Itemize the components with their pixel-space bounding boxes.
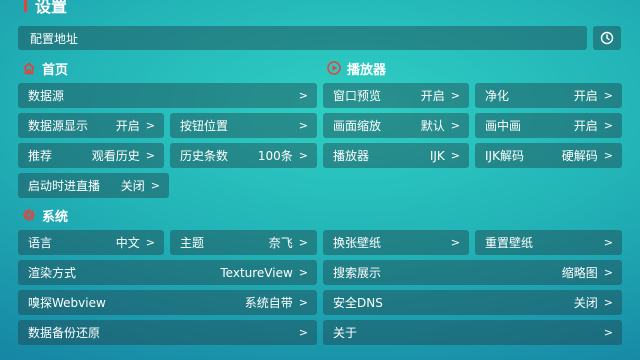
search-display-item[interactable]: 搜索展示 缩略图 >	[323, 260, 622, 285]
chevron-right-icon: >	[298, 119, 308, 132]
sniff-webview-label: 嗅探Webview	[28, 296, 106, 310]
history-icon	[600, 31, 614, 45]
player-value: IJK	[429, 148, 445, 163]
player-item[interactable]: 播放器 IJK >	[323, 143, 469, 168]
theme-value: 奈飞	[268, 236, 293, 250]
chevron-right-icon: >	[298, 296, 308, 309]
chevron-right-icon: >	[145, 236, 155, 249]
window-preview-label: 窗口预览	[333, 89, 382, 103]
secure-dns-item[interactable]: 安全DNS 关闭 >	[323, 290, 622, 315]
recommend-value: 观看历史	[91, 149, 140, 163]
home-icon	[23, 62, 35, 74]
history-count-value: 100条	[257, 149, 293, 163]
button-position-label: 按钮位置	[180, 119, 229, 133]
datasource-item[interactable]: 数据源 >	[18, 83, 317, 108]
sniff-webview-value: 系统自带	[244, 296, 293, 310]
startup-live-item[interactable]: 启动时进直播 关闭 >	[18, 173, 169, 198]
datasource-display-value: 开启	[115, 119, 140, 133]
search-display-label: 搜索展示	[333, 266, 382, 280]
window-preview-item[interactable]: 窗口预览 开启 >	[323, 83, 469, 108]
scale-label: 画面缩放	[333, 119, 382, 133]
language-value: 中文	[115, 236, 140, 250]
change-wallpaper-item[interactable]: 换张壁纸 >	[323, 230, 469, 255]
pip-value: 开启	[573, 119, 598, 133]
purify-item[interactable]: 净化 开启 >	[475, 83, 622, 108]
window-preview-value: 开启	[420, 89, 445, 103]
chevron-right-icon: >	[298, 236, 308, 249]
backup-restore-item[interactable]: 数据备份还原 >	[18, 320, 317, 345]
reset-wallpaper-label: 重置壁纸	[485, 236, 534, 250]
chevron-right-icon: >	[450, 119, 460, 132]
datasource-display-item[interactable]: 数据源显示 开启 >	[18, 113, 164, 138]
button-position-item[interactable]: 按钮位置 >	[170, 113, 317, 138]
datasource-display-label: 数据源显示	[28, 119, 89, 133]
theme-label: 主题	[180, 236, 205, 250]
chevron-right-icon: >	[298, 89, 308, 102]
section-system: 系统	[22, 206, 69, 225]
chevron-right-icon: >	[603, 149, 613, 162]
history-count-item[interactable]: 历史条数 100条 >	[170, 143, 317, 168]
config-address-label: 配置地址	[30, 31, 79, 46]
startup-live-value: 关闭	[120, 179, 145, 193]
chevron-right-icon: >	[603, 236, 613, 249]
player-label: 播放器	[333, 149, 370, 163]
render-mode-item[interactable]: 渲染方式 TextureView >	[18, 260, 317, 285]
search-display-value: 缩略图	[561, 266, 598, 280]
chevron-right-icon: >	[450, 149, 460, 162]
recommend-label: 推荐	[28, 149, 53, 163]
render-mode-label: 渲染方式	[28, 266, 77, 280]
chevron-right-icon: >	[603, 326, 613, 339]
history-count-label: 历史条数	[180, 149, 229, 163]
chevron-right-icon: >	[603, 119, 613, 132]
play-circle-icon	[327, 61, 341, 75]
chevron-right-icon: >	[603, 89, 613, 102]
change-wallpaper-label: 换张壁纸	[333, 236, 382, 250]
chevron-right-icon: >	[450, 89, 460, 102]
chevron-right-icon: >	[603, 296, 613, 309]
scale-item[interactable]: 画面缩放 默认 >	[323, 113, 469, 138]
theme-item[interactable]: 主题 奈飞 >	[170, 230, 317, 255]
section-player: 播放器	[327, 59, 387, 78]
chevron-right-icon: >	[145, 119, 155, 132]
pip-label: 画中画	[485, 119, 522, 133]
reset-wallpaper-item[interactable]: 重置壁纸 >	[475, 230, 622, 255]
datasource-label: 数据源	[28, 89, 65, 103]
chevron-right-icon: >	[298, 326, 308, 339]
ijk-decode-value: 硬解码	[561, 149, 598, 163]
page-title-text: 设置	[35, 0, 68, 16]
section-home: 首页	[22, 59, 69, 78]
about-label: 关于	[333, 326, 358, 340]
title-accent-bar	[24, 0, 27, 12]
chevron-right-icon: >	[150, 179, 160, 192]
startup-live-label: 启动时进直播	[28, 179, 101, 193]
section-home-label: 首页	[42, 62, 69, 78]
render-mode-value: TextureView	[220, 265, 293, 280]
section-player-label: 播放器	[347, 62, 387, 78]
page-title: 设置	[24, 0, 67, 16]
chevron-right-icon: >	[450, 236, 460, 249]
chevron-right-icon: >	[145, 149, 155, 162]
sniff-webview-item[interactable]: 嗅探Webview 系统自带 >	[18, 290, 317, 315]
gear-icon	[23, 209, 35, 221]
pip-item[interactable]: 画中画 开启 >	[475, 113, 622, 138]
secure-dns-label: 安全DNS	[333, 296, 383, 310]
about-item[interactable]: 关于 >	[323, 320, 622, 345]
ijk-decode-item[interactable]: IJK解码 硬解码 >	[475, 143, 622, 168]
chevron-right-icon: >	[298, 266, 308, 279]
purify-value: 开启	[573, 89, 598, 103]
ijk-decode-label: IJK解码	[485, 149, 524, 163]
config-address-field[interactable]: 配置地址	[18, 26, 587, 50]
backup-restore-label: 数据备份还原	[28, 326, 101, 340]
recommend-item[interactable]: 推荐 观看历史 >	[18, 143, 164, 168]
language-item[interactable]: 语言 中文 >	[18, 230, 164, 255]
section-system-label: 系统	[42, 209, 69, 225]
chevron-right-icon: >	[603, 266, 613, 279]
purify-label: 净化	[485, 89, 510, 103]
secure-dns-value: 关闭	[573, 296, 598, 310]
history-button[interactable]	[593, 26, 621, 50]
chevron-right-icon: >	[298, 149, 308, 162]
scale-value: 默认	[420, 119, 445, 133]
language-label: 语言	[28, 236, 53, 250]
